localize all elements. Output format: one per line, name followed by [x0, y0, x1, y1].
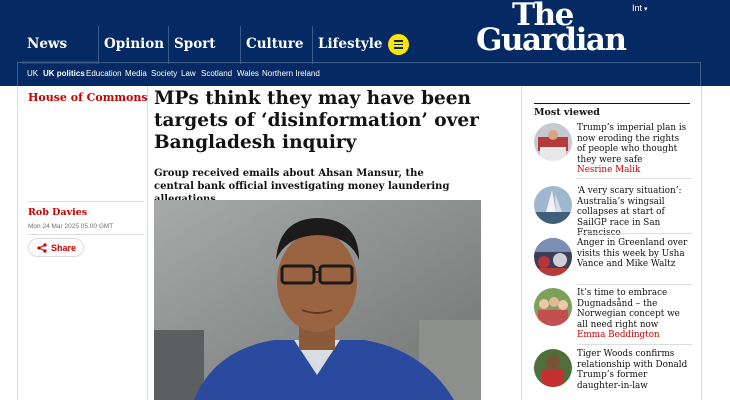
sub-navigation: UK UK politics Education Media Society L… [17, 62, 701, 86]
caret-down-icon: ▾ [644, 6, 648, 13]
grid-line [147, 86, 148, 400]
grid-line [521, 86, 522, 400]
most-viewed-rule [534, 103, 690, 104]
most-viewed-author: Nesrine Malik [577, 165, 641, 176]
share-label: Share [51, 242, 77, 253]
share-icon [37, 242, 47, 253]
divider [577, 344, 692, 345]
subnav-scotland[interactable]: Scotland [201, 69, 232, 78]
menu-icon[interactable] [388, 34, 409, 55]
most-viewed-thumbnail [534, 238, 572, 276]
byline-author[interactable]: Rob Davies [28, 207, 87, 218]
divider [577, 284, 692, 285]
subnav-education[interactable]: Education [86, 69, 122, 78]
article-main-image [154, 200, 481, 400]
share-button[interactable]: Share [28, 238, 84, 257]
pillar-opinion[interactable]: Opinion [98, 26, 168, 64]
most-viewed-thumbnail [534, 186, 572, 224]
divider [28, 201, 144, 202]
grid-line [17, 86, 18, 400]
edition-label: Int [632, 3, 643, 13]
edition-switcher[interactable]: Int ▾ [632, 3, 648, 13]
most-viewed-headline: Trump’s imperial plan is now eroding the… [577, 123, 687, 165]
most-viewed-headline: Tiger Woods confirms relationship with D… [577, 349, 688, 391]
divider [577, 178, 692, 179]
subnav-wales[interactable]: Wales [237, 69, 259, 78]
most-viewed-headline: ‘A very scary situation’: Australia’s wi… [577, 186, 682, 238]
pillar-news[interactable]: News [22, 26, 98, 64]
most-viewed-title: Most viewed [534, 107, 600, 118]
divider [28, 234, 144, 235]
subnav-law[interactable]: Law [181, 69, 196, 78]
publish-date: Mon 24 Mar 2025 05.00 GMT [28, 223, 114, 230]
pillar-culture[interactable]: Culture [240, 26, 312, 64]
most-viewed-author: Emma Beddington [577, 330, 660, 341]
most-viewed-headline: Anger in Greenland over visits this week… [577, 238, 688, 270]
divider [577, 233, 692, 234]
section-label[interactable]: House of Commons [28, 91, 148, 104]
masthead: Int ▾ The Guardian News Opinion Sport Cul… [0, 0, 730, 86]
grid-line [701, 86, 702, 400]
most-viewed-thumbnail [534, 288, 572, 326]
most-viewed-thumbnail [534, 123, 572, 161]
most-viewed-headline: It’s time to embrace Dugnadsånd – the No… [577, 288, 680, 330]
subnav-society[interactable]: Society [151, 69, 177, 78]
subnav-uk-politics[interactable]: UK politics [43, 69, 85, 78]
subnav-media[interactable]: Media [125, 69, 147, 78]
article-headline: MPs think they may have been targets of … [154, 88, 479, 153]
most-viewed-thumbnail [534, 349, 572, 387]
pillar-sport[interactable]: Sport [168, 26, 240, 64]
pillar-lifestyle[interactable]: Lifestyle [312, 26, 384, 64]
subnav-uk[interactable]: UK [27, 69, 38, 78]
logo-line-2: Guardian [476, 22, 627, 58]
subnav-northern-ireland[interactable]: Northern Ireland [262, 69, 320, 78]
